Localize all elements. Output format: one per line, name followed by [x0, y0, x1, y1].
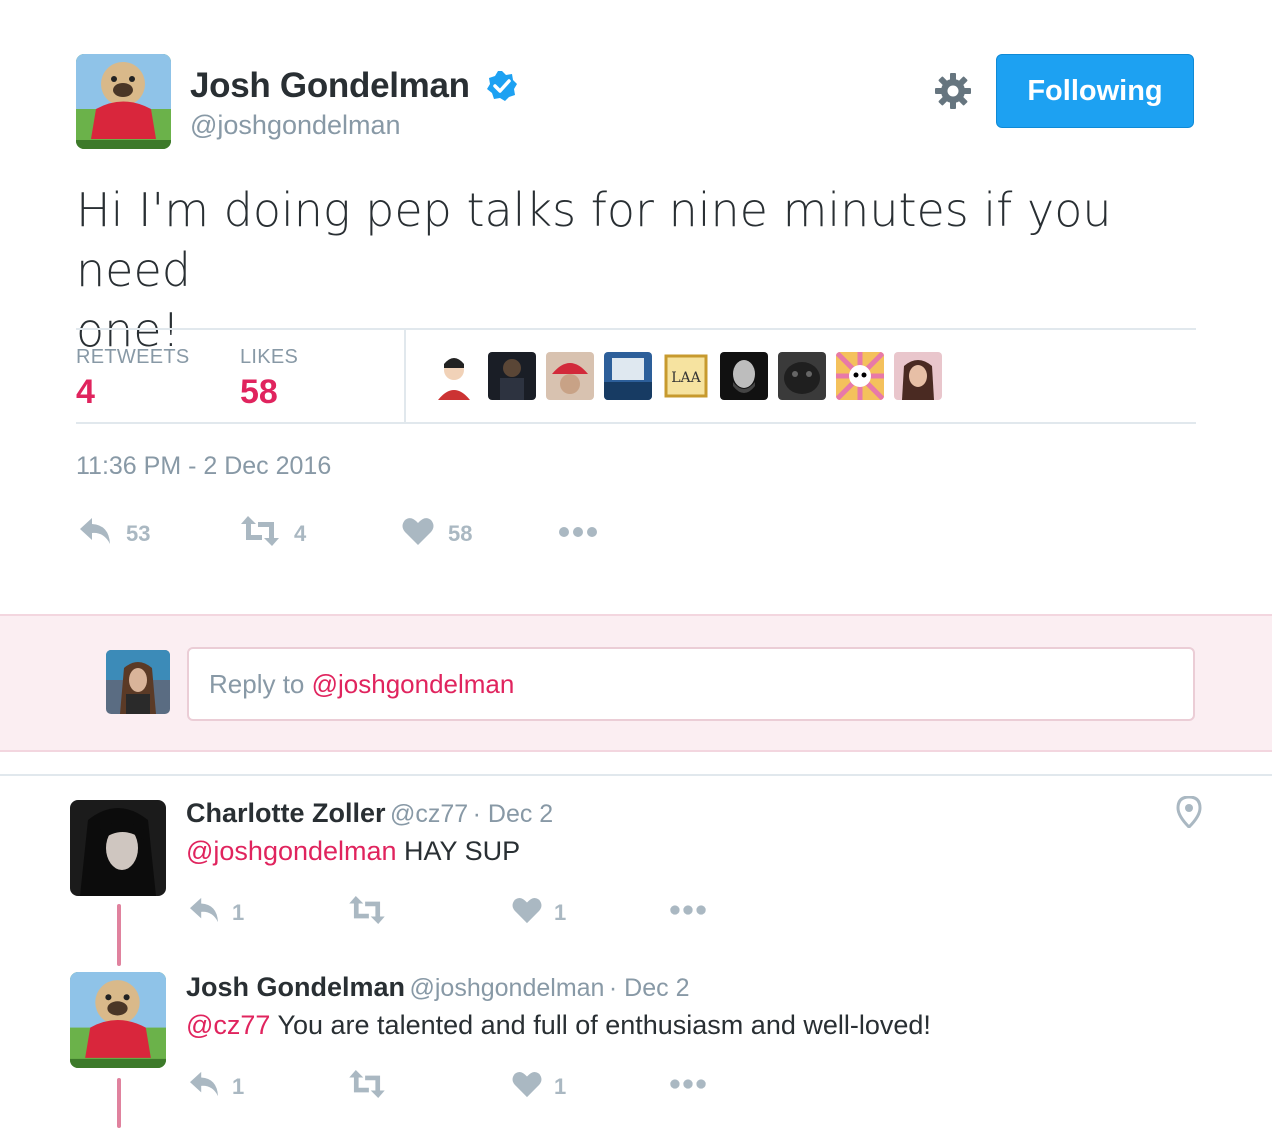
likes-count[interactable]: 58: [240, 373, 278, 412]
divider: [76, 328, 1196, 330]
like-count: 1: [554, 900, 567, 925]
divider: [76, 422, 1196, 424]
author-avatar[interactable]: [76, 54, 171, 149]
reply-mention[interactable]: @cz77: [186, 1010, 270, 1040]
divider: [0, 774, 1272, 776]
more-action[interactable]: [668, 1070, 708, 1104]
following-button[interactable]: Following: [996, 54, 1194, 128]
svg-text:LAA: LAA: [671, 370, 701, 386]
current-user-avatar[interactable]: [106, 650, 170, 714]
reply-author-handle[interactable]: @joshgondelman: [410, 974, 605, 1002]
reply-placeholder: Reply to: [209, 668, 312, 699]
reply-header: Josh Gondelman @joshgondelman · Dec 2: [186, 972, 690, 1003]
reply-action[interactable]: 1: [188, 1070, 244, 1104]
reply-author-name[interactable]: Josh Gondelman: [186, 972, 405, 1002]
author-name[interactable]: Josh Gondelman: [190, 66, 470, 106]
liker-avatar[interactable]: [546, 352, 594, 400]
reply-text: @joshgondelman HAY SUP: [186, 836, 520, 867]
likes-label[interactable]: LIKES: [240, 346, 298, 369]
retweets-label[interactable]: RETWEETS: [76, 346, 190, 369]
more-icon: [668, 1070, 708, 1104]
reply-mention[interactable]: @joshgondelman: [186, 836, 397, 866]
reply-author-handle[interactable]: @cz77: [390, 800, 468, 828]
reply-author-avatar[interactable]: [70, 972, 166, 1068]
liker-avatar[interactable]: [720, 352, 768, 400]
retweet-action[interactable]: 4: [240, 516, 306, 552]
gear-icon[interactable]: [934, 72, 972, 110]
more-icon: [558, 516, 598, 552]
like-action[interactable]: 1: [512, 1070, 566, 1104]
retweet-count: 4: [294, 521, 307, 546]
author-handle[interactable]: @joshgondelman: [190, 110, 401, 141]
liker-avatar[interactable]: [430, 352, 478, 400]
reply-count: 1: [232, 1074, 245, 1099]
reply-icon: [188, 1070, 220, 1104]
reply-icon: [188, 896, 220, 930]
liker-avatar[interactable]: LAA: [662, 352, 710, 400]
retweet-action[interactable]: [348, 896, 386, 930]
tweet-text-line: Hi I'm doing pep talks for nine minutes …: [76, 183, 1112, 297]
more-action[interactable]: [558, 516, 598, 552]
reply-date[interactable]: · Dec 2: [473, 800, 554, 828]
retweet-icon: [348, 1070, 386, 1104]
liker-avatar[interactable]: [488, 352, 536, 400]
liker-avatar[interactable]: [778, 352, 826, 400]
like-action[interactable]: 1: [512, 896, 566, 930]
heart-icon: [402, 516, 434, 552]
reply-date[interactable]: · Dec 2: [609, 974, 690, 1002]
thread-line: [117, 904, 121, 966]
retweet-action[interactable]: [348, 1070, 386, 1104]
liker-avatar[interactable]: [836, 352, 884, 400]
reply-text: @cz77 You are talented and full of enthu…: [186, 1010, 931, 1041]
tweet-text: Hi I'm doing pep talks for nine minutes …: [76, 180, 1206, 360]
reply-author-avatar[interactable]: [70, 800, 166, 896]
reply-body: You are talented and full of enthusiasm …: [270, 1010, 931, 1040]
reply-body: HAY SUP: [396, 836, 521, 866]
reply-count: 1: [232, 900, 245, 925]
heart-icon: [512, 1070, 542, 1104]
reply-icon: [78, 516, 112, 552]
liker-avatar[interactable]: [604, 352, 652, 400]
verified-badge-icon: [486, 70, 518, 102]
tweet-timestamp[interactable]: 11:36 PM - 2 Dec 2016: [76, 452, 331, 481]
like-count: 1: [554, 1074, 567, 1099]
retweets-count[interactable]: 4: [76, 373, 95, 412]
like-count: 58: [448, 521, 473, 546]
location-pin-icon[interactable]: [1176, 795, 1202, 833]
reply-count: 53: [126, 521, 151, 546]
divider: [404, 330, 406, 422]
liker-avatar[interactable]: [894, 352, 942, 400]
more-icon: [668, 896, 708, 930]
reply-action[interactable]: 1: [188, 896, 244, 930]
thread-line: [117, 1078, 121, 1128]
reply-placeholder-mention: @joshgondelman: [311, 668, 515, 699]
heart-icon: [512, 896, 542, 930]
retweet-icon: [348, 896, 386, 930]
reply-author-name[interactable]: Charlotte Zoller: [186, 798, 386, 828]
reply-header: Charlotte Zoller @cz77 · Dec 2: [186, 798, 553, 829]
reply-input[interactable]: Reply to @joshgondelman: [187, 647, 1195, 721]
reply-action[interactable]: 53: [78, 516, 150, 552]
retweet-icon: [240, 516, 280, 552]
like-action[interactable]: 58: [402, 516, 472, 552]
more-action[interactable]: [668, 896, 708, 930]
